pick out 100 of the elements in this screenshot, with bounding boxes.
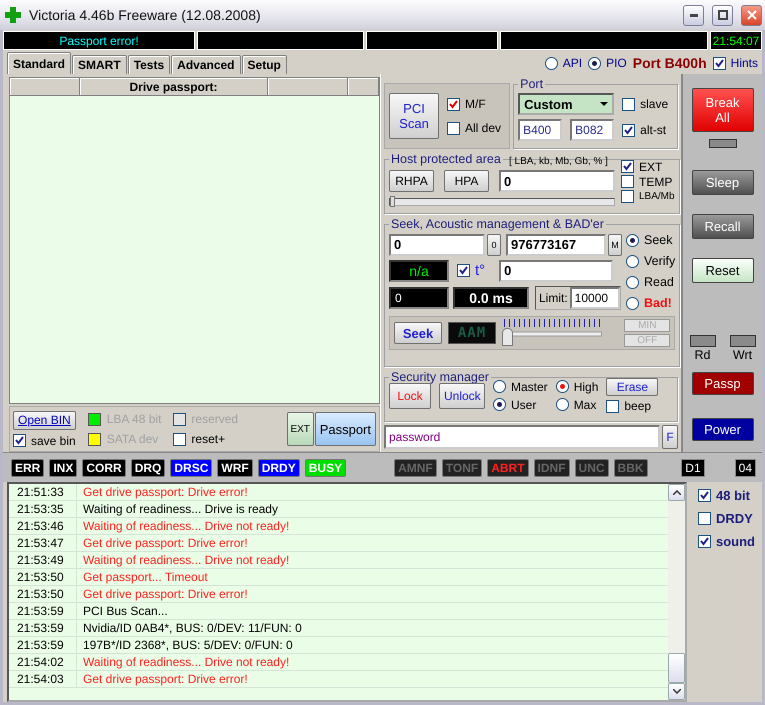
limit-label: Limit: bbox=[539, 290, 568, 304]
minimize-button[interactable] bbox=[683, 4, 704, 26]
aam-slider[interactable] bbox=[502, 319, 602, 347]
port-label: Port B400h bbox=[632, 55, 707, 71]
radio-button[interactable]: High bbox=[556, 380, 598, 394]
log-time: 21:53:49 bbox=[9, 552, 77, 568]
checkbox[interactable]: TEMP bbox=[621, 174, 675, 188]
hpa-button[interactable]: HPA bbox=[444, 170, 489, 192]
end-button[interactable]: M bbox=[608, 234, 622, 256]
scroll-thumb[interactable] bbox=[668, 653, 685, 683]
f-button[interactable]: F bbox=[662, 425, 678, 449]
alt-address-field[interactable]: B082 bbox=[570, 119, 614, 141]
value-field[interactable]: 0 bbox=[499, 260, 614, 282]
log-time: 21:51:33 bbox=[9, 484, 77, 500]
scroll-up-button[interactable] bbox=[668, 484, 685, 501]
checkbox[interactable]: t° bbox=[457, 262, 486, 279]
status-flag: DRSC bbox=[170, 458, 212, 476]
pci-scan-button[interactable]: PCI Scan bbox=[389, 93, 439, 139]
checkbox[interactable]: slave bbox=[622, 97, 668, 111]
log-message: Waiting of readiness... Drive not ready! bbox=[82, 552, 290, 568]
limit-field[interactable]: 10000 bbox=[570, 286, 620, 308]
checkbox[interactable]: EXT bbox=[621, 160, 675, 174]
unlock-button[interactable]: Unlock bbox=[439, 382, 485, 408]
side-button[interactable]: Passp bbox=[692, 372, 754, 395]
error-flag: ABRT bbox=[487, 458, 529, 476]
hpa-slider[interactable] bbox=[389, 198, 615, 206]
close-button[interactable] bbox=[741, 4, 762, 26]
erase-button[interactable]: Erase bbox=[606, 378, 658, 396]
zero-button[interactable]: 0 bbox=[487, 234, 501, 256]
log-message: Waiting of readiness... Drive not ready! bbox=[82, 518, 290, 534]
side-button[interactable]: Power bbox=[692, 418, 754, 441]
log-message: 197B*/ID 2368*, BUS: 5/DEV: 0/FUN: 0 bbox=[82, 637, 294, 653]
passport-button[interactable]: Passport bbox=[314, 412, 376, 446]
maximize-button[interactable] bbox=[712, 4, 733, 26]
aam-display: AAM bbox=[448, 322, 496, 344]
checkbox[interactable]: DRDY bbox=[698, 511, 762, 526]
clock: 21:54:07 bbox=[710, 31, 762, 50]
checkbox[interactable]: M/F bbox=[447, 97, 502, 111]
log-message: Get drive passport: Drive error! bbox=[82, 671, 249, 687]
indicator-light bbox=[708, 139, 736, 148]
checkbox[interactable]: sound bbox=[698, 534, 762, 549]
radio-button[interactable]: Seek bbox=[626, 233, 676, 247]
side-button[interactable]: Recall bbox=[692, 214, 754, 239]
maximize-icon bbox=[718, 10, 728, 20]
log-message: Get drive passport: Drive error! bbox=[82, 535, 249, 551]
temperature-display: n/a bbox=[389, 260, 449, 282]
password-field[interactable]: password bbox=[384, 425, 660, 449]
radio-button[interactable]: Read bbox=[626, 275, 676, 289]
status-flag: INX bbox=[49, 458, 78, 476]
checkbox[interactable]: Hints bbox=[712, 56, 758, 70]
radio-button[interactable]: User bbox=[493, 398, 548, 412]
checkmark-icon bbox=[700, 491, 709, 500]
ext-button[interactable]: EXT bbox=[286, 412, 314, 446]
tab[interactable]: Advanced bbox=[171, 55, 241, 74]
checkbox[interactable]: reset+ bbox=[173, 432, 238, 446]
radio-button[interactable]: Max bbox=[556, 398, 598, 412]
log-time: 21:53:35 bbox=[9, 501, 77, 517]
status-flag: ERR bbox=[11, 458, 44, 476]
log-time: 21:54:02 bbox=[9, 654, 77, 670]
break-all-button[interactable]: Break All bbox=[692, 88, 754, 132]
led-label: Rd bbox=[694, 348, 710, 362]
minimize-icon bbox=[690, 14, 698, 16]
radio-button[interactable]: API bbox=[544, 56, 582, 70]
checkbox[interactable]: save bin bbox=[13, 434, 76, 448]
tab[interactable]: Setup bbox=[242, 55, 287, 74]
log-time: 21:53:50 bbox=[9, 569, 77, 585]
checkbox[interactable]: alt-st bbox=[622, 123, 666, 137]
radio-button[interactable]: Master bbox=[493, 380, 548, 394]
slider-thumb[interactable] bbox=[502, 328, 513, 346]
error-flag: BBK bbox=[614, 458, 648, 476]
side-button[interactable]: Sleep bbox=[692, 170, 754, 195]
close-icon bbox=[746, 10, 756, 20]
checkbox[interactable]: beep bbox=[606, 399, 658, 413]
tab[interactable]: Tests bbox=[128, 55, 170, 74]
group-title: Port bbox=[519, 77, 544, 91]
group-title: Host protected area bbox=[390, 152, 502, 166]
status-flag: WRF bbox=[217, 458, 253, 476]
error-flag: TONF bbox=[442, 458, 482, 476]
log-message: Get drive passport: Drive error! bbox=[82, 586, 249, 602]
port-address-field[interactable]: B400 bbox=[518, 119, 562, 141]
checkmark-icon bbox=[624, 126, 634, 134]
seek-button[interactable]: Seek bbox=[394, 322, 442, 344]
scroll-down-button[interactable] bbox=[668, 683, 685, 700]
end-lba-field[interactable]: 976773167 bbox=[506, 234, 606, 256]
tab[interactable]: Standard bbox=[7, 52, 72, 74]
scrollbar[interactable] bbox=[668, 484, 685, 700]
hpa-button[interactable]: RHPA bbox=[389, 170, 434, 192]
checkbox[interactable]: 48 bit bbox=[698, 488, 762, 503]
register-value: D1 bbox=[681, 458, 705, 476]
side-button[interactable]: Reset bbox=[692, 258, 754, 283]
checkbox[interactable]: LBA/Mb bbox=[621, 190, 675, 202]
log-time: 21:53:59 bbox=[9, 603, 77, 619]
port-dropdown[interactable]: Custom bbox=[518, 93, 614, 115]
tab[interactable]: SMART bbox=[72, 55, 127, 74]
open-bin-button[interactable]: Open BIN bbox=[13, 410, 76, 430]
radio-button[interactable]: Verify bbox=[626, 254, 676, 268]
checkbox[interactable]: All dev bbox=[447, 121, 502, 135]
radio-button[interactable]: PIO bbox=[588, 56, 627, 70]
start-lba-field[interactable]: 0 bbox=[389, 234, 485, 256]
hpa-value-field[interactable]: 0 bbox=[499, 170, 615, 192]
